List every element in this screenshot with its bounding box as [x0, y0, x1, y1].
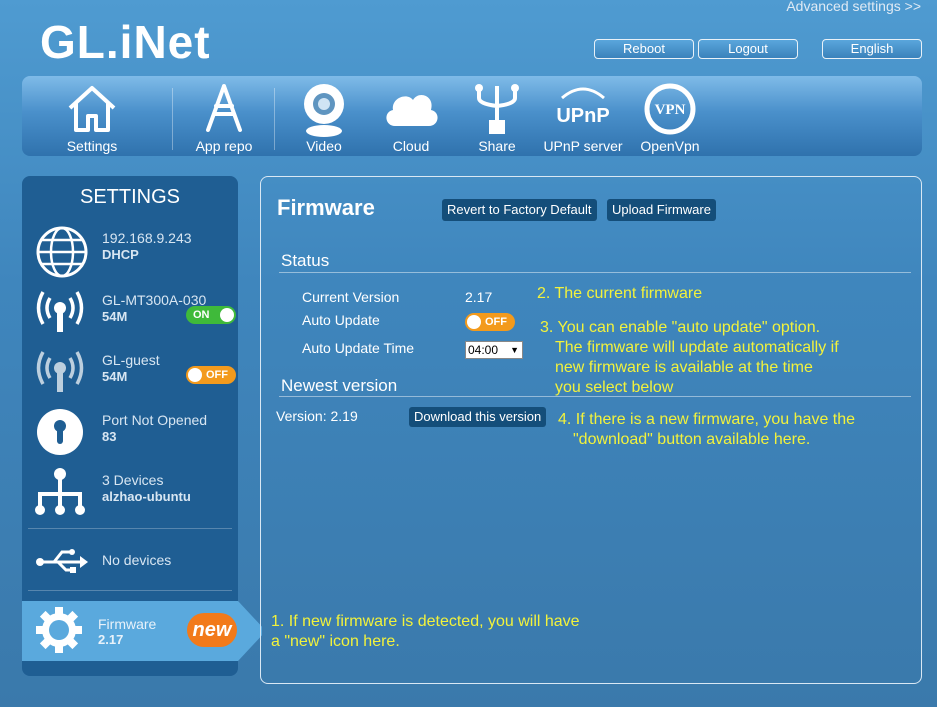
page-title: Firmware [277, 195, 375, 220]
toolbar-divider [172, 88, 173, 150]
toolbar-app-repo[interactable]: App repo [184, 76, 264, 156]
annotation-1-line1: 1. If new firmware is detected, you will… [271, 613, 580, 630]
firmware-label: Firmware [98, 616, 157, 632]
house-icon [66, 82, 118, 139]
auto-update-label: Auto Update [302, 312, 380, 328]
toolbar-label: UPnP server [543, 138, 623, 154]
device-name: alzhao-ubuntu [102, 489, 191, 504]
usb-icon [34, 548, 90, 581]
port-number: 83 [102, 429, 117, 444]
current-version-value: 2.17 [465, 289, 493, 305]
wan-ip: 192.168.9.243 [102, 230, 192, 246]
guest-speed: 54M [102, 369, 128, 384]
annotation-4-line1: 4. If there is a new firmware, you have … [558, 411, 856, 428]
settings-sidebar: SETTINGS 192.168.9.243 DHCP GL-MT300A-03… [22, 176, 262, 676]
sidebar-item-guest-wifi[interactable]: GL-guest 54M OFF [22, 342, 238, 398]
app-repo-icon [198, 82, 250, 139]
toolbar-label: OpenVpn [640, 138, 700, 154]
svg-text:VPN: VPN [655, 102, 686, 118]
upload-firmware-button[interactable]: Upload Firmware [607, 199, 716, 221]
section-divider [279, 272, 911, 273]
toggle-label: OFF [206, 369, 228, 381]
port-status: Port Not Opened [102, 412, 208, 428]
newest-version-heading: Newest version [281, 376, 398, 395]
annotation-4-line2: "download" button available here. [573, 431, 811, 448]
toolbar-openvpn[interactable]: VPN OpenVpn [630, 76, 710, 156]
main-toolbar: Settings App repo Video Cloud Share UPnP… [22, 76, 922, 156]
newest-version-text: Version: 2.19 [276, 408, 358, 424]
revert-factory-button[interactable]: Revert to Factory Default [442, 199, 597, 221]
current-version-label: Current Version [302, 289, 400, 305]
sidebar-item-devices[interactable]: 3 Devices alzhao-ubuntu [22, 462, 238, 518]
chevron-down-icon: ▼ [510, 345, 519, 355]
auto-update-time-select[interactable]: 04:00 ▼ [465, 341, 523, 359]
logout-button[interactable]: Logout [698, 39, 798, 59]
firmware-version: 2.17 [98, 632, 124, 647]
cloud-icon [381, 82, 441, 139]
wifi-ssid: GL-MT300A-030 [102, 292, 207, 308]
brand-logo: GL.iNet [40, 16, 211, 68]
annotation-2: 2. The current firmware [537, 285, 703, 302]
toolbar-share[interactable]: Share [457, 76, 537, 156]
sidebar-divider [28, 590, 232, 591]
wifi-icon [34, 286, 86, 343]
webcam-icon [298, 82, 350, 143]
toolbar-label: Video [306, 138, 342, 154]
globe-icon [34, 224, 90, 285]
guest-toggle[interactable]: OFF [186, 366, 236, 384]
keyhole-icon [34, 406, 86, 463]
toolbar-upnp[interactable]: UPnP UPnP server [538, 76, 628, 156]
select-value: 04:00 [468, 343, 499, 357]
status-heading: Status [281, 251, 330, 270]
reboot-button[interactable]: Reboot [594, 39, 694, 59]
wan-mode: DHCP [102, 247, 139, 262]
vpn-icon: VPN [643, 82, 697, 141]
toolbar-label: Settings [66, 138, 118, 154]
toolbar-divider [274, 88, 275, 150]
wifi-speed: 54M [102, 309, 128, 324]
toggle-knob [188, 368, 202, 382]
svg-text:UPnP: UPnP [556, 105, 609, 127]
upnp-icon: UPnP [552, 82, 614, 139]
wifi-icon [34, 346, 86, 403]
sidebar-item-wan[interactable]: 192.168.9.243 DHCP [22, 220, 238, 278]
toolbar-label: App repo [195, 138, 253, 154]
annotation-1-line2: a "new" icon here. [271, 633, 400, 650]
toggle-knob [220, 308, 234, 322]
annotation-3-line2: The firmware will update automatically i… [555, 339, 839, 356]
annotation-3-line1: 3. You can enable "auto update" option. [540, 319, 821, 336]
download-version-button[interactable]: Download this version [409, 407, 547, 427]
toolbar-cloud[interactable]: Cloud [371, 76, 451, 156]
device-count: 3 Devices [102, 472, 164, 488]
annotation-3-line3: new firmware is available at the time [555, 359, 813, 376]
toolbar-video[interactable]: Video [284, 76, 364, 156]
sidebar-item-usb[interactable]: No devices [22, 534, 238, 590]
toolbar-settings[interactable]: Settings [52, 76, 132, 156]
toggle-label: ON [193, 309, 210, 321]
auto-update-time-label: Auto Update Time [302, 340, 415, 356]
auto-update-toggle[interactable]: OFF [465, 313, 515, 331]
usb-share-icon [471, 82, 523, 143]
wifi-toggle[interactable]: ON [186, 306, 236, 324]
gear-icon [34, 605, 84, 660]
annotation-3-line4: you select below [555, 379, 674, 396]
toggle-knob [467, 315, 481, 329]
language-button[interactable]: English [822, 39, 922, 59]
sidebar-divider [28, 528, 232, 529]
advanced-settings-link[interactable]: Advanced settings >> [786, 0, 921, 14]
sidebar-item-port[interactable]: Port Not Opened 83 [22, 402, 238, 458]
guest-ssid: GL-guest [102, 352, 160, 368]
network-tree-icon [34, 466, 86, 523]
toggle-label: OFF [485, 316, 507, 328]
usb-status: No devices [102, 552, 172, 568]
new-firmware-badge: new [187, 613, 237, 647]
toolbar-label: Share [478, 138, 516, 154]
sidebar-title: SETTINGS [79, 186, 180, 208]
sidebar-item-wifi[interactable]: GL-MT300A-030 54M ON [22, 282, 238, 338]
toolbar-label: Cloud [392, 138, 430, 154]
